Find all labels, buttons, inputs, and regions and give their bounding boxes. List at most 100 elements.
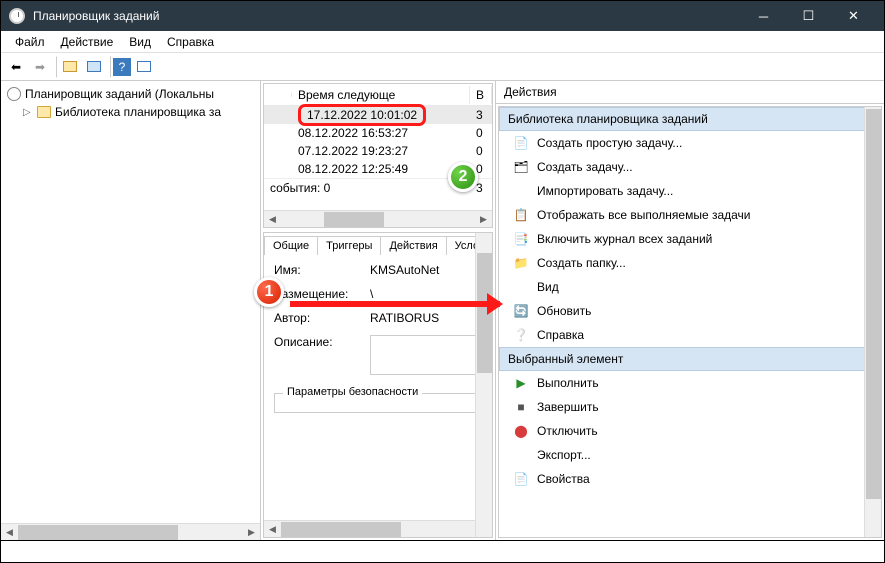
maximize-button[interactable]: ☐ xyxy=(786,1,831,31)
action-label: Отображать все выполняемые задачи xyxy=(537,208,751,222)
action-label: Отключить xyxy=(537,424,598,438)
back-icon[interactable]: ⬅ xyxy=(5,56,27,78)
tabs: Общие Триггеры Действия Услови ◀▶ xyxy=(264,233,492,255)
action-label: Завершить xyxy=(537,400,599,414)
actions-title: Действия xyxy=(496,81,884,104)
action-icon: 🔄 xyxy=(513,303,529,319)
help-icon[interactable]: ? xyxy=(113,58,131,76)
panel-icon[interactable] xyxy=(83,56,105,78)
value-name: KMSAutoNet xyxy=(370,263,482,277)
action-item[interactable]: 📑 Включить журнал всех заданий xyxy=(499,227,881,251)
task-row[interactable]: 08.12.2022 16:53:270 xyxy=(264,124,492,142)
actions-panel: Действия Библиотека планировщика заданий… xyxy=(496,81,884,540)
window-title: Планировщик заданий xyxy=(33,9,741,23)
action-label: Создать задачу... xyxy=(537,160,633,174)
details-vscroll[interactable] xyxy=(475,233,492,537)
tab-general[interactable]: Общие xyxy=(264,236,318,255)
security-params: Параметры безопасности xyxy=(274,393,482,413)
center-panel: Время следующе В 17.12.2022 10:01:02 3 0… xyxy=(261,81,496,540)
action-icon xyxy=(513,447,529,463)
action-icon: 📁 xyxy=(513,255,529,271)
task-list: Время следующе В 17.12.2022 10:01:02 3 0… xyxy=(263,83,493,228)
folder-up-icon[interactable] xyxy=(59,56,81,78)
action-icon xyxy=(513,183,529,199)
action-label: Создать папку... xyxy=(537,256,626,270)
scheduler-icon xyxy=(7,87,21,101)
task-details: Общие Триггеры Действия Услови ◀▶ Имя: KM… xyxy=(263,232,493,538)
minimize-button[interactable]: ─ xyxy=(741,1,786,31)
action-item[interactable]: ❔Справка xyxy=(499,323,881,347)
value-author: RATIBORUS xyxy=(370,311,482,325)
toolbar: ⬅ ➡ ? xyxy=(1,53,884,81)
tasklist-hscroll[interactable]: ◀▶ xyxy=(264,210,492,227)
folder-icon xyxy=(37,106,51,118)
label-name: Имя: xyxy=(274,263,364,277)
action-icon: 📑 xyxy=(513,231,529,247)
tree-library[interactable]: ▷ Библиотека планировщика за xyxy=(5,103,256,121)
label-location: Размещение: xyxy=(274,287,364,301)
section-selected[interactable]: Выбранный элемент▲ xyxy=(499,347,881,371)
action-icon: 🗂 xyxy=(513,159,529,175)
tree-hscroll[interactable]: ◀▶ xyxy=(1,523,260,540)
task-row[interactable]: 07.12.2022 19:23:270 xyxy=(264,142,492,160)
action-label: Свойства xyxy=(537,472,590,486)
action-label: Создать простую задачу... xyxy=(537,136,682,150)
action-label: Обновить xyxy=(537,304,591,318)
selected-time: 17.12.2022 10:01:02 xyxy=(298,104,426,126)
label-author: Автор: xyxy=(274,311,364,325)
action-icon: ❔ xyxy=(513,327,529,343)
action-icon: 📄 xyxy=(513,135,529,151)
annotation-arrow xyxy=(290,301,500,307)
main: Планировщик заданий (Локальны ▷ Библиоте… xyxy=(1,81,884,541)
action-item[interactable]: 📋 Отображать все выполняемые задачи xyxy=(499,203,881,227)
action-icon: 📋 xyxy=(513,207,529,223)
action-item[interactable]: Импортировать задачу... xyxy=(499,179,881,203)
action-item[interactable]: ▶ Выполнить xyxy=(499,371,881,395)
tree-root[interactable]: Планировщик заданий (Локальны xyxy=(5,85,256,103)
action-icon: ■ xyxy=(513,399,529,415)
tree-panel: Планировщик заданий (Локальны ▷ Библиоте… xyxy=(1,81,261,540)
action-label: Включить журнал всех заданий xyxy=(537,232,712,246)
action-item[interactable]: 🗂 Создать задачу... xyxy=(499,155,881,179)
action-item[interactable]: 📄 Создать простую задачу... xyxy=(499,131,881,155)
action-label: Импортировать задачу... xyxy=(537,184,673,198)
action-label: Экспорт... xyxy=(537,448,591,462)
task-row[interactable]: 17.12.2022 10:01:02 3 xyxy=(264,106,492,124)
description-field[interactable] xyxy=(370,335,482,375)
annotation-badge-1: 1 xyxy=(254,277,284,307)
action-item[interactable]: 📁 Создать папку... xyxy=(499,251,881,275)
app-icon xyxy=(9,8,25,24)
value-location: \ xyxy=(370,287,482,301)
tab-triggers[interactable]: Триггеры xyxy=(317,236,381,255)
tab-actions[interactable]: Действия xyxy=(380,236,446,255)
action-item[interactable]: 🔄 Обновить xyxy=(499,299,881,323)
menu-view[interactable]: Вид xyxy=(121,33,159,51)
forward-icon[interactable]: ➡ xyxy=(29,56,51,78)
action-label: Выполнить xyxy=(537,376,599,390)
section-library[interactable]: Библиотека планировщика заданий▲ xyxy=(499,107,881,131)
actions-vscroll[interactable] xyxy=(864,107,881,537)
label-description: Описание: xyxy=(274,335,364,375)
action-icon: ▶ xyxy=(513,375,529,391)
menubar: Файл Действие Вид Справка xyxy=(1,31,884,53)
action-item[interactable]: ■ Завершить xyxy=(499,395,881,419)
titlebar: Планировщик заданий ─ ☐ ✕ xyxy=(1,1,884,31)
tree-root-label: Планировщик заданий (Локальны xyxy=(25,87,214,101)
menu-help[interactable]: Справка xyxy=(159,33,222,51)
action-label: Вид xyxy=(537,280,559,294)
col-b[interactable]: В xyxy=(470,86,492,104)
menu-file[interactable]: Файл xyxy=(7,33,53,51)
action-item[interactable]: Вид▶ xyxy=(499,275,881,299)
menu-action[interactable]: Действие xyxy=(53,33,122,51)
security-legend: Параметры безопасности xyxy=(283,386,422,398)
general-form: Имя: KMSAutoNet Размещение: \ Автор: RATIBO… xyxy=(264,255,492,520)
action-item[interactable]: Экспорт... xyxy=(499,443,881,467)
details-hscroll[interactable]: ◀▶ xyxy=(264,520,492,537)
action-item[interactable]: 📄 Свойства xyxy=(499,467,881,491)
panel2-icon[interactable] xyxy=(133,56,155,78)
col-next-time[interactable]: Время следующе xyxy=(292,86,470,104)
close-button[interactable]: ✕ xyxy=(831,1,876,31)
expand-icon[interactable]: ▷ xyxy=(23,107,33,118)
action-item[interactable]: ⬤Отключить xyxy=(499,419,881,443)
action-icon: 📄 xyxy=(513,471,529,487)
